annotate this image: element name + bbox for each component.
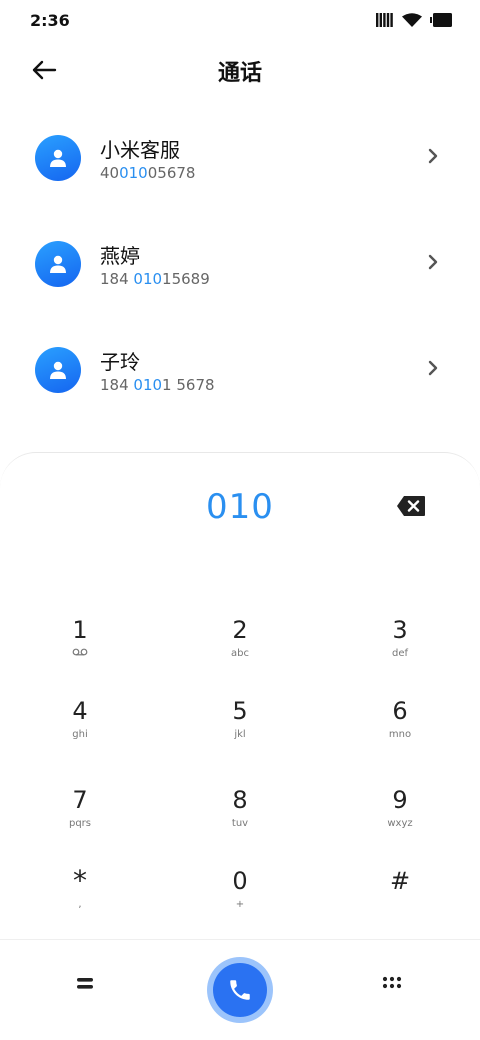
key-digit: 7 xyxy=(72,786,88,814)
battery-icon xyxy=(430,13,452,27)
voicemail-icon xyxy=(72,648,88,656)
contact-number: 4001005678 xyxy=(100,164,196,182)
contact-number: 184 0101 5678 xyxy=(100,376,215,394)
avatar xyxy=(35,347,81,393)
key-4[interactable]: 4 ghi xyxy=(20,697,140,769)
person-icon xyxy=(50,255,66,273)
key-letters: abc xyxy=(231,648,249,659)
key-digit: 0 xyxy=(232,867,248,895)
key-letters: mno xyxy=(388,729,412,740)
key-letters xyxy=(340,899,460,911)
contact-number: 184 01015689 xyxy=(100,270,210,288)
header: 通话 xyxy=(0,40,480,100)
person-icon xyxy=(50,361,66,379)
menu-icon[interactable] xyxy=(74,972,102,996)
contact-row[interactable]: 子玲 184 0101 5678 xyxy=(0,316,480,422)
chevron-right-icon[interactable] xyxy=(426,252,440,272)
dialpad-grid-icon[interactable] xyxy=(380,972,404,996)
page-title: 通话 xyxy=(217,61,262,86)
key-letters: tuv xyxy=(231,818,249,829)
dial-panel: 010 1 2 abc 3 def 4 ghi 5 jkl 6 mno 7 pq… xyxy=(0,452,480,1040)
key-1[interactable]: 1 xyxy=(20,616,140,688)
person-icon xyxy=(50,149,66,167)
key-letters: pqrs xyxy=(68,818,92,829)
avatar xyxy=(35,135,81,181)
key-7[interactable]: 7 pqrs xyxy=(20,786,140,858)
key-letters: ghi xyxy=(72,729,88,740)
call-button[interactable] xyxy=(207,957,273,1023)
key-digit: 2 xyxy=(232,616,248,644)
signal-icon xyxy=(376,13,393,27)
key-3[interactable]: 3 def xyxy=(340,616,460,688)
chevron-right-icon[interactable] xyxy=(426,358,440,378)
bottom-bar xyxy=(0,939,480,1040)
key-letters: jkl xyxy=(234,729,246,740)
key-digit: 9 xyxy=(392,786,408,814)
key-digit: * xyxy=(73,864,87,897)
contact-row[interactable]: 燕婷 184 01015689 xyxy=(0,210,480,316)
key-digit: 6 xyxy=(392,697,408,725)
phone-icon xyxy=(230,980,250,1000)
key-star[interactable]: * , xyxy=(20,867,140,939)
contact-name: 子玲 xyxy=(100,350,140,374)
key-5[interactable]: 5 jkl xyxy=(180,697,300,769)
status-bar: 2:36 xyxy=(0,0,480,40)
key-letters: def xyxy=(391,648,409,659)
key-digit: 1 xyxy=(72,616,88,644)
avatar xyxy=(35,241,81,287)
key-0[interactable]: 0 + xyxy=(180,867,300,939)
status-icons xyxy=(376,13,452,27)
key-letters xyxy=(20,648,140,660)
key-8[interactable]: 8 tuv xyxy=(180,786,300,858)
key-digit: 3 xyxy=(392,616,408,644)
chevron-right-icon[interactable] xyxy=(426,146,440,166)
backspace-icon[interactable] xyxy=(396,495,426,517)
call-button-inner xyxy=(213,963,267,1017)
key-digit: 4 xyxy=(72,697,88,725)
key-9[interactable]: 9 wxyz xyxy=(340,786,460,858)
key-hash[interactable]: # xyxy=(340,867,460,939)
key-letters: wxyz xyxy=(387,818,413,829)
key-letters: + xyxy=(235,899,245,910)
status-time: 2:36 xyxy=(30,11,70,30)
key-digit: 8 xyxy=(232,786,248,814)
key-letters: , xyxy=(78,899,82,910)
key-2[interactable]: 2 abc xyxy=(180,616,300,688)
contact-list: 小米客服 4001005678 燕婷 184 01015689 子玲 184 0… xyxy=(0,104,480,422)
contact-name: 小米客服 xyxy=(100,138,180,162)
contact-name: 燕婷 xyxy=(100,244,140,268)
wifi-icon xyxy=(402,13,422,27)
key-6[interactable]: 6 mno xyxy=(340,697,460,769)
contact-row[interactable]: 小米客服 4001005678 xyxy=(0,104,480,210)
key-digit: # xyxy=(389,867,411,895)
key-digit: 5 xyxy=(232,697,248,725)
